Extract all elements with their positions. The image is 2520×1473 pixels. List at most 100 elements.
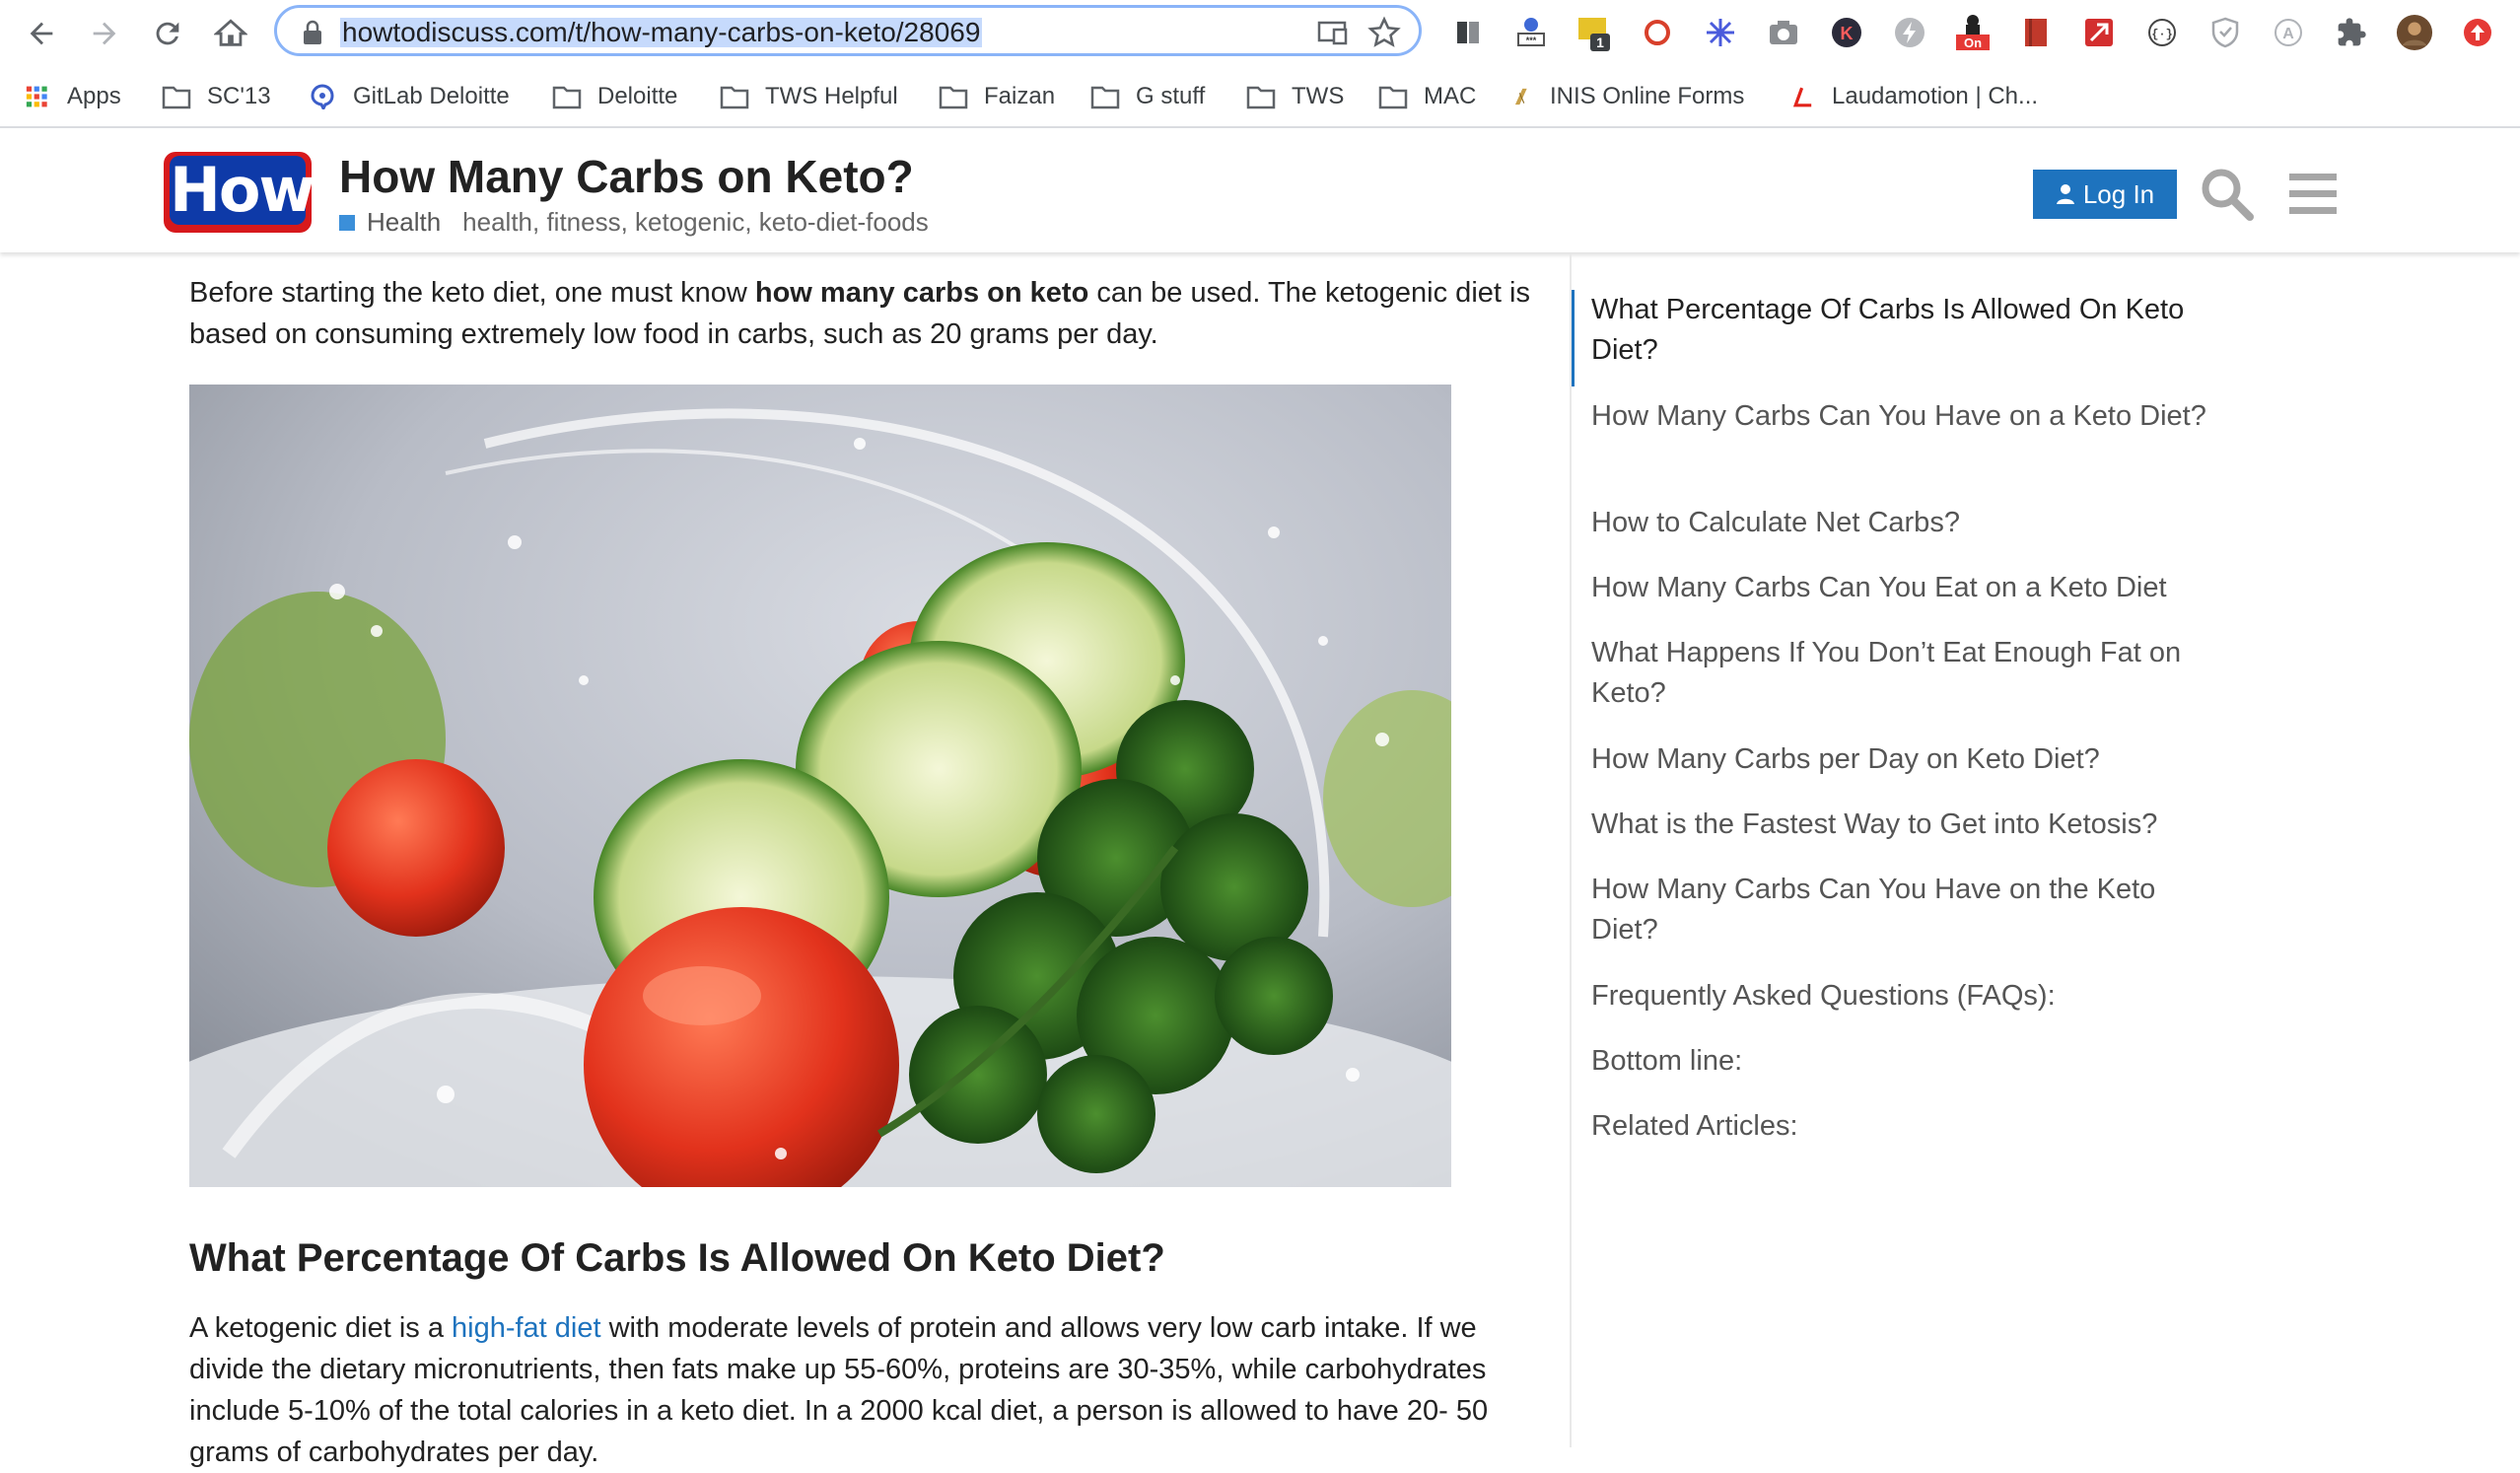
shield-icon[interactable]	[2206, 14, 2244, 51]
folder-icon	[1378, 86, 1408, 109]
toggle-on-icon[interactable]: On	[1954, 14, 1992, 51]
reload-button[interactable]	[148, 14, 187, 53]
topic-meta: Health health, fitness, ketogenic, keto-…	[339, 207, 929, 238]
svg-text:K: K	[1841, 24, 1854, 43]
bookmark-label: TWS	[1292, 83, 1345, 109]
bookmark-mac[interactable]: MAC	[1378, 79, 1476, 114]
home-button[interactable]	[211, 14, 250, 53]
svg-text:***: ***	[1526, 35, 1537, 45]
camera-icon[interactable]	[1765, 14, 1802, 51]
bookmark-deloitte[interactable]: Deloitte	[552, 79, 677, 114]
login-label: Log In	[2082, 178, 2155, 209]
toc-item[interactable]: How Many Carbs Can You Have on a Keto Di…	[1591, 396, 2222, 437]
bookmark-label: INIS Online Forms	[1550, 83, 1745, 109]
bookmark-tws-helpful[interactable]: TWS Helpful	[720, 79, 898, 114]
snowflake-icon[interactable]	[1702, 14, 1739, 51]
bookmark-label: GitLab Deloitte	[353, 83, 510, 109]
toc-item[interactable]: What Happens If You Don’t Eat Enough Fat…	[1591, 633, 2222, 714]
search-icon[interactable]	[2199, 166, 2254, 221]
hero-image	[189, 385, 1451, 1187]
folder-icon	[162, 86, 191, 109]
arrow-left-icon	[30, 22, 53, 45]
profile-avatar[interactable]	[2396, 14, 2433, 51]
laudamotion-icon	[1792, 87, 1812, 107]
high-fat-diet-link[interactable]: high-fat diet	[452, 1312, 601, 1344]
address-bar[interactable]: howtodiscuss.com/t/how-many-carbs-on-ket…	[274, 5, 1422, 56]
bolt-icon[interactable]	[1891, 14, 1928, 51]
bookmark-label: Laudamotion | Ch...	[1832, 83, 2039, 109]
bookmark-label: TWS Helpful	[765, 83, 898, 109]
bookmark-g-stuff[interactable]: G stuff	[1090, 79, 1205, 114]
toc-item[interactable]: What Percentage Of Carbs Is Allowed On K…	[1591, 290, 2222, 371]
translate-icon[interactable]: A	[2270, 14, 2307, 51]
bookmark-label: Deloitte	[597, 83, 678, 109]
toc-item[interactable]: How Many Carbs Can You Eat on a Keto Die…	[1591, 568, 2222, 608]
bookmark-inis-online-forms[interactable]: INIS Online Forms	[1512, 79, 1744, 114]
bookmark-sc13[interactable]: SC'13	[162, 79, 271, 114]
bookmark-star-icon[interactable]	[1367, 16, 1401, 49]
back-button[interactable]	[22, 14, 61, 53]
folder-icon	[1246, 86, 1276, 109]
bookmark-label: Faizan	[984, 83, 1056, 109]
bookmark-label: G stuff	[1136, 83, 1206, 109]
folder-icon	[939, 86, 968, 109]
apps-grid-icon	[26, 86, 47, 107]
cast-icon[interactable]	[1316, 18, 1350, 47]
opera-icon[interactable]	[1639, 14, 1676, 51]
book-icon[interactable]	[2017, 14, 2055, 51]
folder-icon	[720, 86, 749, 109]
bookmark-gitlab-deloitte[interactable]: GitLab Deloitte	[308, 79, 510, 114]
login-button[interactable]: Log In	[2033, 170, 2177, 219]
forward-button[interactable]	[85, 14, 124, 53]
toc-item[interactable]: How Many Carbs Can You Have on the Keto …	[1591, 870, 2222, 950]
toc-item[interactable]: What is the Fastest Way to Get into Keto…	[1591, 805, 2222, 845]
category-color-badge	[339, 214, 355, 231]
svg-text:{·}: {·}	[2151, 28, 2173, 41]
url-text[interactable]: howtodiscuss.com/t/how-many-carbs-on-ket…	[340, 18, 983, 47]
folder-icon	[552, 86, 582, 109]
page-title[interactable]: How Many Carbs on Keto?	[339, 150, 914, 203]
bookmark-laudamotion[interactable]: Laudamotion | Ch...	[1792, 79, 2038, 114]
bookmark-faizan[interactable]: Faizan	[939, 79, 1055, 114]
toc-item[interactable]: Frequently Asked Questions (FAQs):	[1591, 976, 2222, 1017]
harp-icon	[1514, 88, 1527, 105]
k-icon[interactable]: K	[1828, 14, 1865, 51]
para-text: A ketogenic diet is a	[189, 1312, 452, 1344]
puzzle-icon[interactable]	[2333, 14, 2370, 51]
notes-icon[interactable]: 1	[1575, 14, 1613, 51]
toc-item[interactable]: How Many Carbs per Day on Keto Diet?	[1591, 739, 2222, 780]
folder-icon	[1090, 86, 1120, 109]
toc-item[interactable]: Bottom line:	[1591, 1041, 2222, 1082]
sidebar-divider	[1570, 254, 1572, 1447]
svg-text:On: On	[1964, 35, 1982, 50]
bookmark-label: MAC	[1424, 83, 1477, 109]
update-icon[interactable]	[2459, 14, 2496, 51]
article-content: Before starting the keto diet, one must …	[189, 254, 1550, 1468]
pdf-icon[interactable]	[2080, 14, 2118, 51]
svg-text:A: A	[2282, 26, 2294, 42]
bookmarks-bar: Apps SC'13 GitLab Deloitte Deloitte TWS …	[0, 67, 2520, 128]
reload-icon	[156, 22, 179, 45]
category-link[interactable]: Health	[367, 207, 441, 238]
toc-active-indicator	[1572, 290, 1575, 386]
hamburger-menu-icon[interactable]	[2285, 170, 2341, 219]
code-icon[interactable]: {·}	[2143, 14, 2181, 51]
site-logo[interactable]: How	[164, 152, 315, 233]
intro-paragraph: Before starting the keto diet, one must …	[189, 272, 1550, 355]
bookmark-tws[interactable]: TWS	[1246, 79, 1344, 114]
svg-text:1: 1	[1596, 35, 1604, 50]
browser-toolbar: howtodiscuss.com/t/how-many-carbs-on-ket…	[0, 0, 2520, 67]
lock-icon	[304, 20, 321, 44]
user-icon	[2056, 184, 2074, 204]
body-paragraph: A ketogenic diet is a high-fat diet with…	[189, 1307, 1550, 1473]
logo-text: How	[170, 154, 315, 226]
toc-item[interactable]: How to Calculate Net Carbs?	[1591, 503, 2222, 543]
kindle-icon[interactable]	[1449, 14, 1487, 51]
home-icon	[214, 19, 247, 46]
bookmark-apps[interactable]: Apps	[26, 79, 121, 114]
section-heading: What Percentage Of Carbs Is Allowed On K…	[189, 1236, 1165, 1280]
tags-list[interactable]: health, fitness, ketogenic, keto-diet-fo…	[462, 207, 929, 238]
password-icon[interactable]: ***	[1512, 14, 1550, 51]
site-header: How How Many Carbs on Keto? Health healt…	[0, 130, 2520, 252]
toc-item[interactable]: Related Articles:	[1591, 1106, 2222, 1147]
